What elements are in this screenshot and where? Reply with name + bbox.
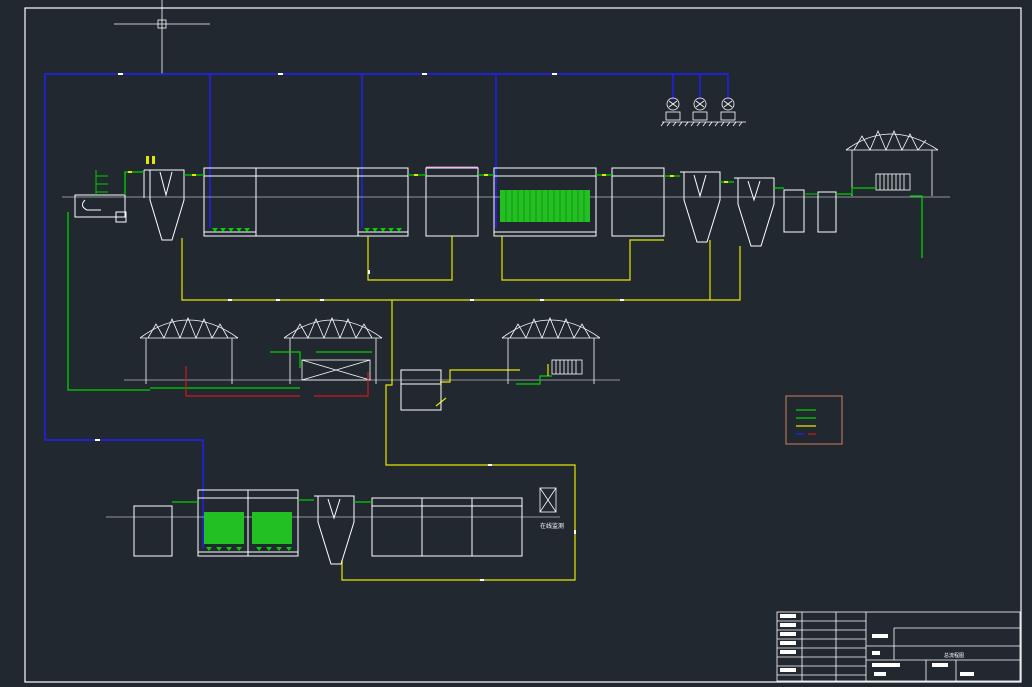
bottom-hopper-settler — [314, 495, 355, 565]
filter-units — [783, 189, 837, 233]
water-pipe-markers — [128, 171, 728, 183]
online-monitor-label: 在线监测 — [540, 522, 564, 530]
membrane-modules — [500, 190, 590, 222]
aerator-row — [212, 228, 402, 232]
blower-icon — [692, 97, 708, 121]
air-pipe-markers — [95, 73, 557, 441]
hopper-settler-2 — [680, 171, 721, 243]
reflux-pipes — [185, 366, 369, 397]
dosing-pipes — [270, 351, 552, 385]
bottom-aerators — [206, 547, 292, 551]
shed-middle-center — [283, 316, 383, 384]
bottom-water-pipes — [172, 499, 372, 503]
intermediate-tank — [425, 166, 479, 237]
collection-well — [74, 170, 127, 223]
drawing-frame — [24, 7, 1022, 683]
tank-group-1 — [203, 167, 409, 237]
sludge-thickener — [400, 369, 442, 411]
online-monitor-box — [539, 487, 557, 513]
water-pipe-top — [67, 171, 923, 391]
filter-press-icon — [551, 359, 583, 375]
process-flow-drawing: 在线监测 总流程图 — [24, 0, 1022, 683]
title-block — [776, 611, 1021, 682]
blower-icon — [720, 97, 736, 121]
title-block-fills — [780, 614, 974, 676]
shed-middle-left — [139, 316, 239, 384]
bottom-tank-group — [371, 497, 523, 557]
title-block-drawing-name: 总流程图 — [944, 652, 964, 659]
filter-press-icon — [875, 173, 911, 191]
hopper-settler-1 — [143, 156, 185, 241]
air-pipe-network — [44, 73, 729, 548]
clear-water-tank — [611, 167, 665, 237]
bottom-well — [133, 505, 173, 557]
shed-middle-right — [501, 316, 601, 384]
ucs-crosshair-icon — [114, 0, 210, 74]
blower-icon — [665, 97, 681, 121]
hopper-settler-3 — [734, 177, 775, 247]
pipe-legend — [785, 395, 843, 445]
blower-group — [660, 97, 746, 127]
